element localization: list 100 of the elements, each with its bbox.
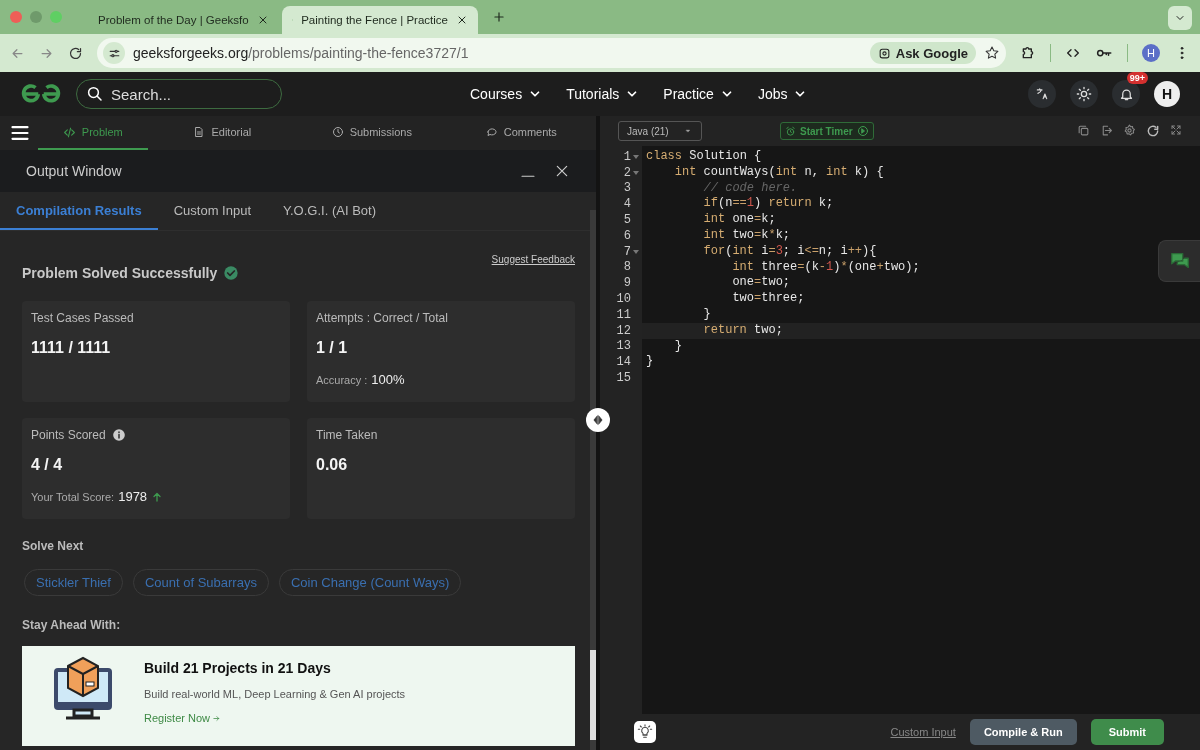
arrow-up-icon — [151, 490, 164, 503]
nav-menu[interactable]: Tutorials — [566, 86, 640, 102]
reload-icon[interactable] — [68, 45, 83, 61]
menu-icon[interactable] — [10, 123, 30, 143]
browser-tab[interactable]: Painting the Fence | Practice — [282, 6, 478, 34]
reset-icon[interactable] — [1146, 124, 1160, 138]
code-line: two=three; — [731, 291, 805, 306]
code-line: int two=k*k; — [702, 228, 791, 242]
search-field[interactable]: Search... — [76, 79, 282, 109]
line-number: 6 — [623, 228, 631, 243]
translate-button[interactable] — [1028, 80, 1056, 108]
close-icon[interactable] — [554, 163, 570, 179]
code-line: } — [646, 354, 654, 369]
line-number: 10 — [616, 292, 631, 307]
scrollbar[interactable] — [590, 210, 596, 750]
split-arrows-icon — [591, 413, 605, 427]
line-number: 1 — [623, 149, 631, 164]
notification-button[interactable] — [1112, 80, 1140, 108]
line-number: 3 — [623, 181, 631, 196]
alarm-icon — [785, 125, 796, 137]
notification-badge: 99+ — [1126, 72, 1148, 84]
code-line: return two; — [702, 322, 783, 337]
fold-arrow-icon[interactable] — [633, 169, 639, 176]
close-icon[interactable] — [456, 14, 468, 26]
puzzle-icon[interactable] — [1020, 45, 1036, 61]
document-icon — [193, 126, 206, 138]
code-line: int one=k; — [702, 212, 776, 227]
stat-value: 1111 / 1111 — [31, 339, 112, 357]
nav-menu[interactable]: Practice — [663, 86, 734, 102]
code-line: int countWays(int n, int k) { — [673, 164, 884, 179]
line-number: 11 — [616, 307, 631, 322]
fullscreen-icon[interactable] — [1170, 124, 1182, 136]
status-message: Problem Solved Successfully — [22, 265, 218, 281]
profile-avatar[interactable]: H — [1142, 44, 1160, 62]
user-avatar[interactable]: H — [1154, 81, 1180, 107]
problem-tab[interactable]: Comments — [446, 116, 596, 150]
detail-value: 1978 — [118, 489, 148, 504]
ask-google-button[interactable]: Ask Google — [869, 42, 976, 64]
stat-value: 0.06 — [316, 456, 349, 474]
code-line: for(int i=3; i<=n; i++){ — [702, 243, 877, 258]
nav-menu[interactable]: Jobs — [757, 86, 808, 102]
code-line: int three=(k-1)*(one+two); — [731, 259, 920, 274]
section-heading: Stay Ahead With: — [22, 618, 122, 632]
check-circle-icon — [223, 265, 240, 281]
promo-title: Build 21 Projects in 21 Days — [144, 660, 332, 676]
line-number: 12 — [616, 323, 631, 338]
code-line: one=two; — [731, 275, 791, 290]
output-tab[interactable]: Custom Input — [157, 192, 267, 230]
fold-arrow-icon[interactable] — [633, 248, 639, 255]
feedback-link[interactable]: Suggest Feedback — [491, 253, 575, 265]
theme-toggle-button[interactable] — [1070, 80, 1098, 108]
bookmark-star-icon[interactable] — [984, 45, 1000, 61]
fold-arrow-icon[interactable] — [633, 153, 639, 160]
line-number: 9 — [623, 276, 631, 291]
submit-button[interactable]: Submit — [1090, 719, 1164, 745]
play-circle-icon — [856, 125, 869, 137]
clock-icon — [331, 126, 344, 138]
line-number: 13 — [616, 339, 631, 354]
line-number: 2 — [623, 165, 631, 180]
site-logo — [20, 83, 62, 105]
import-icon[interactable] — [1100, 124, 1113, 137]
output-tab[interactable]: Compilation Results — [0, 192, 158, 230]
section-heading: Solve Next — [22, 539, 85, 553]
code-line: } — [702, 306, 711, 321]
start-timer-button[interactable]: Start Timer — [780, 122, 874, 140]
search-icon — [86, 85, 104, 103]
problem-tab[interactable]: Submissions — [297, 116, 447, 150]
code-line: } — [673, 338, 682, 353]
info-icon — [111, 428, 126, 442]
address-bar[interactable]: geeksforgeeks.org/problems/painting-the-fence3727/1 Ask Google — [97, 38, 1006, 68]
code-line: // code here. — [702, 180, 798, 195]
compile-run-button[interactable]: Compile & Run — [969, 719, 1077, 745]
custom-input-link[interactable]: Custom Input — [890, 726, 956, 738]
stat-value: 1 / 1 — [316, 339, 349, 357]
stat-label: Test Cases Passed — [31, 311, 134, 325]
stat-label: Points Scored — [31, 428, 106, 442]
copy-icon[interactable] — [1077, 124, 1090, 137]
settings-icon[interactable] — [1123, 124, 1136, 137]
code-icon — [62, 125, 76, 139]
nav-menu[interactable]: Courses — [470, 86, 543, 102]
output-window-title: Output Window — [26, 163, 123, 179]
problem-tab[interactable]: Editorial — [147, 116, 298, 150]
line-number: 7 — [623, 244, 631, 259]
chat-button[interactable] — [1158, 240, 1200, 282]
output-tab[interactable]: Y.O.G.I. (AI Bot) — [267, 192, 392, 230]
site-settings-icon[interactable] — [103, 42, 125, 64]
promo-description: Build real-world ML, Deep Learning & Gen AI projects — [144, 688, 406, 700]
detail-label: Your Total Score: — [31, 490, 115, 503]
code-line: class Solution { — [646, 149, 762, 163]
stat-label: Attempts : Correct / Total — [316, 311, 448, 325]
language-dropdown[interactable]: Java (21) — [618, 121, 702, 141]
lightbulb-icon — [637, 724, 653, 740]
register-link[interactable]: Register Now — [144, 712, 406, 724]
new-tab-icon[interactable] — [492, 10, 506, 24]
hint-button[interactable] — [634, 721, 656, 743]
comment-icon — [485, 126, 498, 138]
stat-label: Time Taken — [316, 428, 378, 442]
detail-label: Accuracy : — [316, 373, 368, 386]
bell-icon — [1118, 86, 1134, 102]
line-number: 4 — [623, 197, 631, 212]
